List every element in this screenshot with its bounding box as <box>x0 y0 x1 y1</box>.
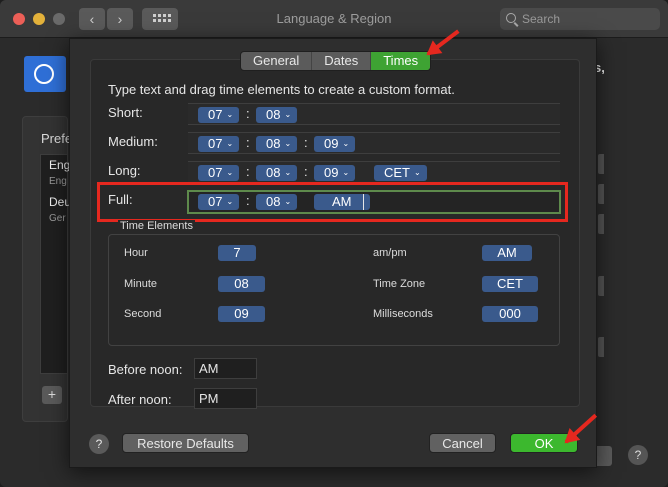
list-item[interactable]: Deu <box>49 195 71 209</box>
ampm-element-label: am/pm <box>373 247 407 259</box>
advanced-button[interactable] <box>596 446 612 466</box>
before-noon-label: Before noon: <box>108 362 183 377</box>
hour-token[interactable]: 07 ⌄ <box>198 165 240 181</box>
ampm-element[interactable]: AM <box>482 245 532 261</box>
second-element[interactable]: 09 <box>218 306 265 322</box>
after-noon-field[interactable]: PM <box>194 388 257 409</box>
chevron-down-icon: ⌄ <box>284 139 292 148</box>
milliseconds-element-label: Milliseconds <box>373 308 433 320</box>
timezone-element-label: Time Zone <box>373 278 426 290</box>
separator: : <box>246 164 250 179</box>
chevron-down-icon: ⌄ <box>342 139 350 148</box>
separator: : <box>246 135 250 150</box>
list-item[interactable]: Eng <box>49 158 70 172</box>
timezone-token[interactable]: CET ⌄ <box>374 165 427 181</box>
background-control[interactable] <box>598 184 604 204</box>
help-button[interactable]: ? <box>89 434 109 454</box>
chevron-down-icon: ⌄ <box>226 110 234 119</box>
instructions-text: Type text and drag time elements to crea… <box>108 82 455 97</box>
timezone-element[interactable]: CET <box>482 276 538 292</box>
hour-element-label: Hour <box>124 247 148 259</box>
minute-token[interactable]: 08 ⌄ <box>256 107 298 123</box>
restore-defaults-button[interactable]: Restore Defaults <box>122 433 249 453</box>
separator: : <box>246 106 250 121</box>
tab-dates[interactable]: Dates <box>312 52 372 70</box>
tab-bar: General Dates Times <box>240 51 432 71</box>
time-elements-title: Time Elements <box>118 220 195 232</box>
language-region-icon <box>24 56 66 92</box>
chevron-down-icon: ⌄ <box>226 139 234 148</box>
annotation-highlight-box <box>97 182 568 222</box>
second-element-label: Second <box>124 308 162 320</box>
globe-icon <box>34 64 54 84</box>
second-token[interactable]: 09 ⌄ <box>314 136 356 152</box>
short-format-label: Short: <box>108 105 143 120</box>
chevron-down-icon: ⌄ <box>284 110 292 119</box>
search-icon <box>506 13 516 23</box>
after-noon-label: After noon: <box>108 392 172 407</box>
separator: : <box>304 135 308 150</box>
list-item-subtitle: Ger <box>49 213 66 224</box>
medium-format-label: Medium: <box>108 134 158 149</box>
cancel-button[interactable]: Cancel <box>429 433 496 453</box>
short-format-field[interactable]: 07 ⌄ : 08 ⌄ <box>188 103 560 125</box>
hour-element[interactable]: 7 <box>218 245 256 261</box>
chevron-down-icon: ⌄ <box>226 168 234 177</box>
medium-format-field[interactable]: 07 ⌄ : 08 ⌄ : 09 ⌄ <box>188 132 560 154</box>
background-control[interactable] <box>598 337 604 357</box>
preferred-languages-label: Prefe <box>41 131 73 146</box>
hour-token[interactable]: 07 ⌄ <box>198 136 240 152</box>
minute-element-label: Minute <box>124 278 158 290</box>
minute-element[interactable]: 08 <box>218 276 265 292</box>
background-control[interactable] <box>598 214 604 234</box>
separator: : <box>304 164 308 179</box>
chevron-down-icon: ⌄ <box>284 168 292 177</box>
list-item-subtitle: Eng <box>49 176 67 187</box>
add-language-button[interactable]: + <box>42 386 62 404</box>
hour-token[interactable]: 07 ⌄ <box>198 107 240 123</box>
minute-token[interactable]: 08 ⌄ <box>256 136 298 152</box>
minute-token[interactable]: 08 ⌄ <box>256 165 298 181</box>
chevron-down-icon: ⌄ <box>414 168 421 177</box>
title-bar: ‹ › Language & Region Search <box>0 0 668 38</box>
second-token[interactable]: 09 ⌄ <box>314 165 356 181</box>
background-control[interactable] <box>598 276 604 296</box>
search-placeholder: Search <box>522 12 561 26</box>
search-field[interactable]: Search <box>500 8 660 30</box>
background-control[interactable] <box>598 154 604 174</box>
long-format-field[interactable]: 07 ⌄ : 08 ⌄ : 09 ⌄ CET ⌄ <box>188 161 560 183</box>
long-format-label: Long: <box>108 163 141 178</box>
help-button[interactable]: ? <box>628 445 648 465</box>
tab-general[interactable]: General <box>241 52 313 70</box>
before-noon-field[interactable]: AM <box>194 358 257 379</box>
languages-list[interactable] <box>40 154 68 374</box>
tab-times[interactable]: Times <box>371 52 431 70</box>
milliseconds-element[interactable]: 000 <box>482 306 538 322</box>
chevron-down-icon: ⌄ <box>342 168 350 177</box>
